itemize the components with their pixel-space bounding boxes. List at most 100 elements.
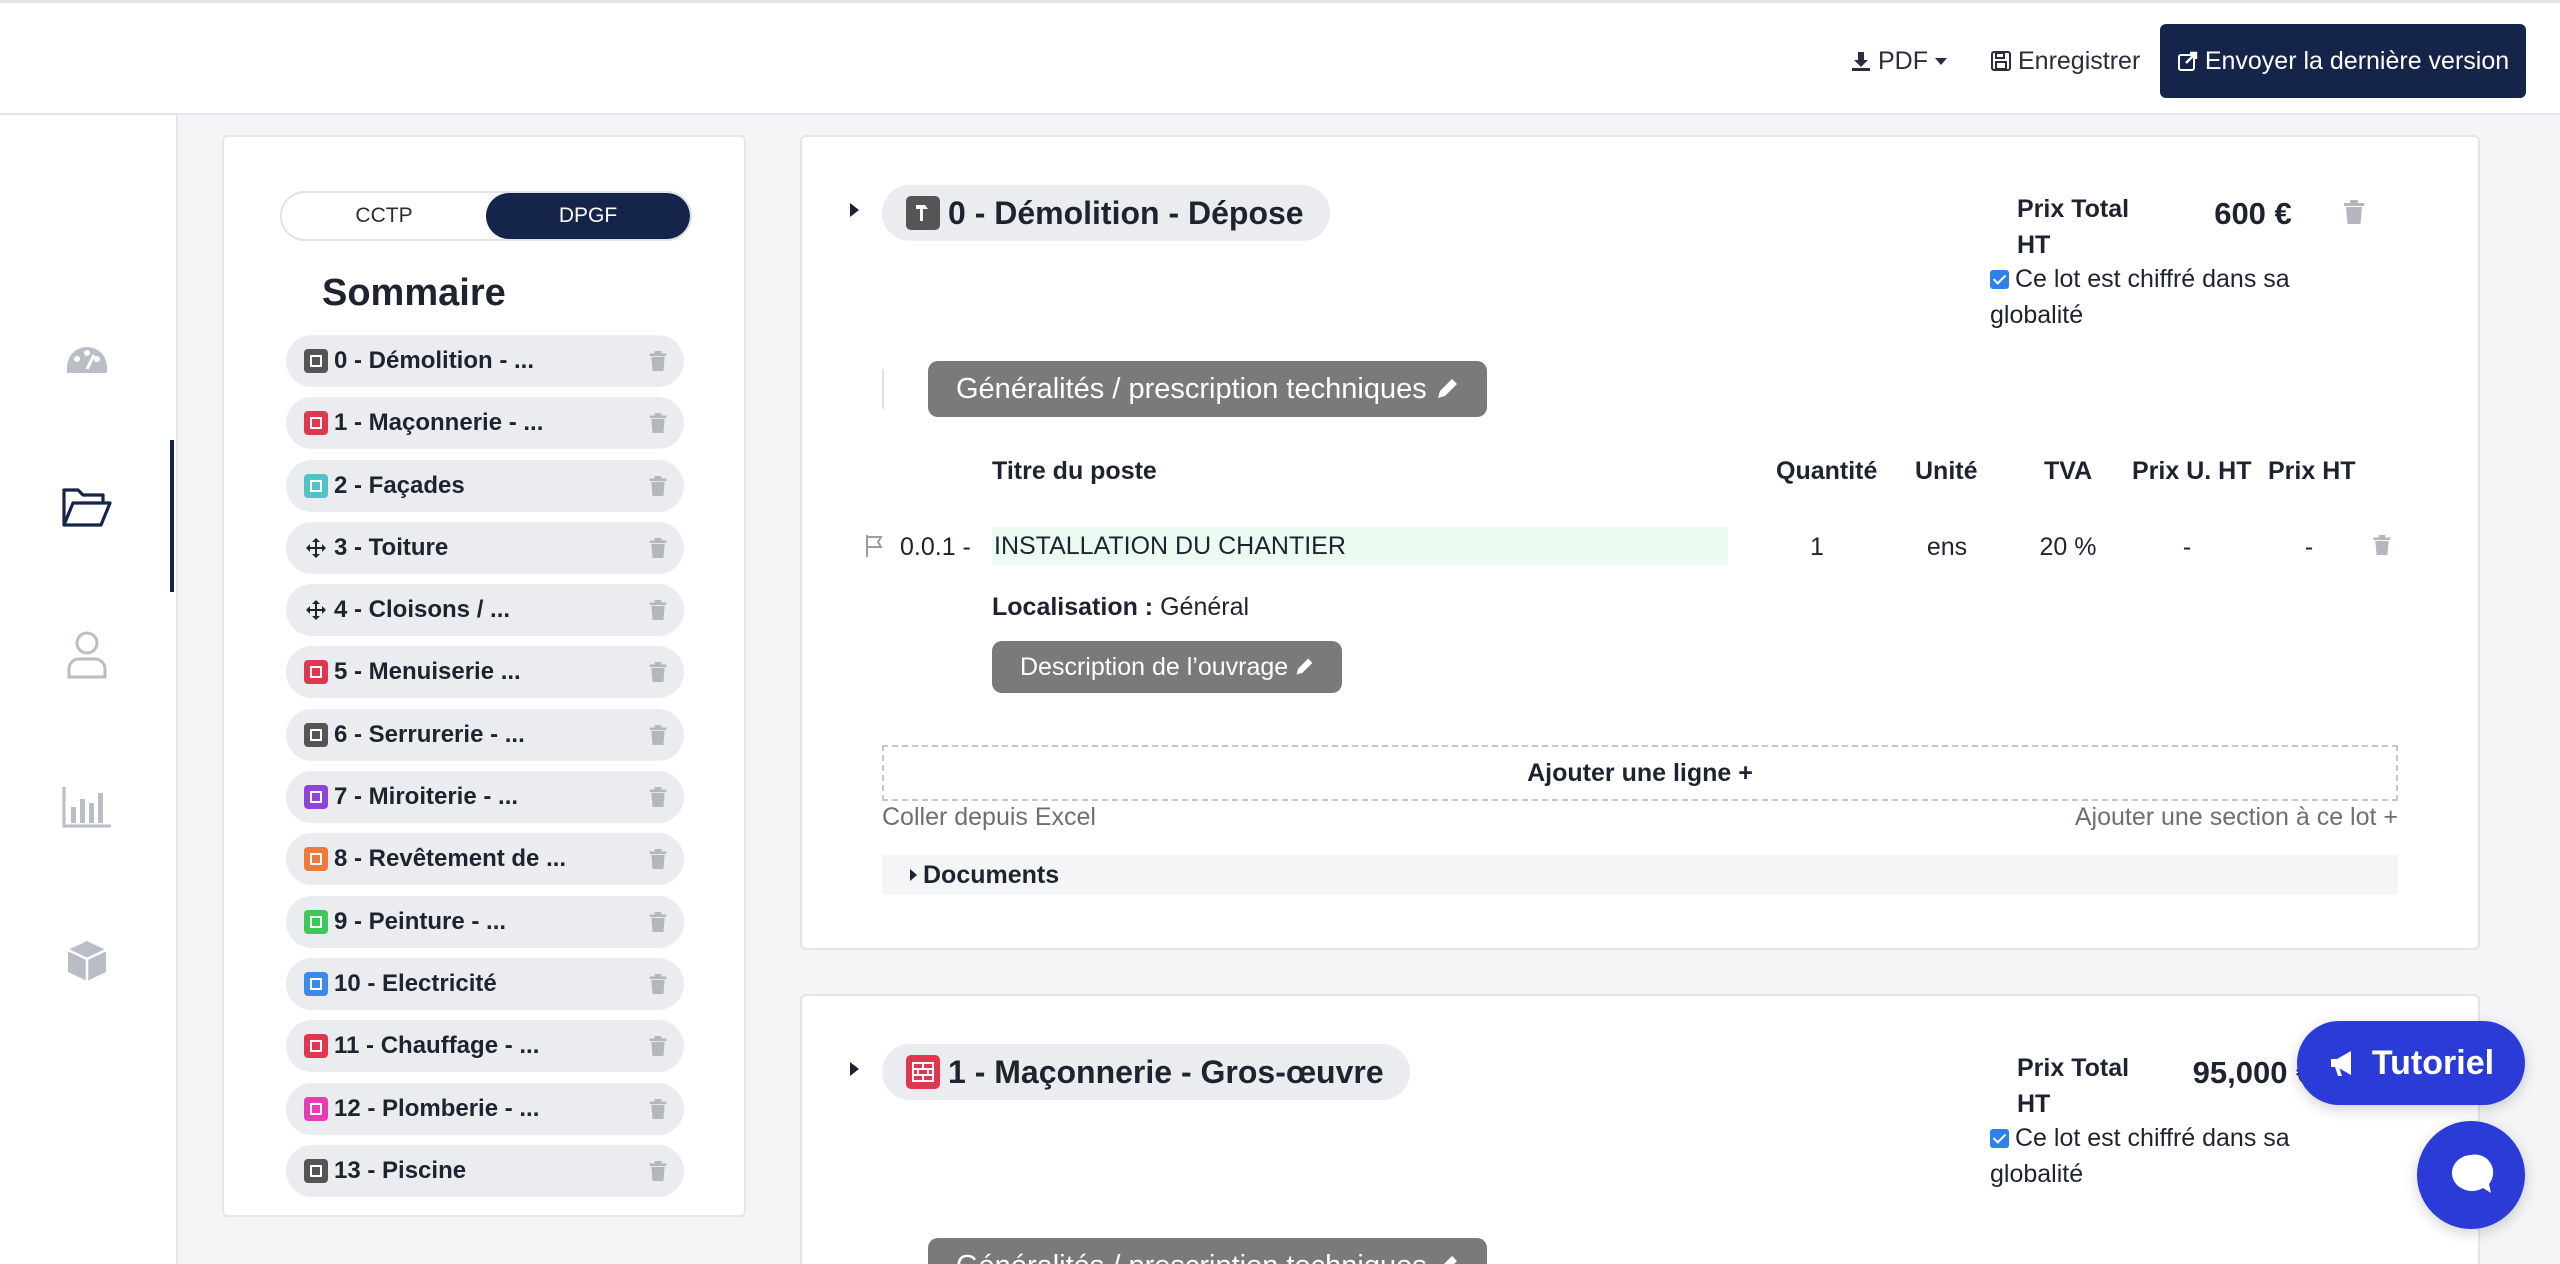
generalites-button[interactable]: Généralités / prescription techniques [928,1238,1487,1264]
section-divider [882,369,884,409]
lot-icon [304,722,328,747]
active-nav-indicator [170,440,174,592]
sommaire-item[interactable]: 3 - Toiture [286,521,684,574]
sommaire-item-label: 4 - Cloisons / ... [334,596,511,624]
trash-icon[interactable] [648,661,668,683]
save-button[interactable]: Enregistrer [1990,29,2140,93]
tab-cctp[interactable]: CCTP [282,193,486,239]
megaphone-icon [2330,1051,2351,1076]
trash-icon[interactable] [648,537,668,559]
lot-icon [304,411,328,436]
sommaire-item[interactable]: 12 - Plomberie - ... [286,1082,684,1135]
paste-from-excel-link[interactable]: Coller depuis Excel [882,803,1096,832]
trash-icon[interactable] [648,724,668,746]
generalites-button[interactable]: Généralités / prescription techniques [928,361,1487,417]
expand-caret-icon[interactable] [850,203,859,217]
row-unit[interactable]: ens [1912,533,1982,562]
row-tva[interactable]: 20 % [2028,533,2108,562]
sommaire-item[interactable]: 6 - Serrurerie - ... [286,708,684,761]
dashboard-icon[interactable] [60,332,114,386]
sommaire-item[interactable]: 0 - Démolition - ... [286,335,684,387]
sommaire-item-label: 6 - Serrurerie - ... [334,720,525,748]
col-tva: TVA [2044,457,2093,485]
trash-icon[interactable] [648,350,668,372]
generalites-label: Généralités / prescription techniques [956,372,1427,405]
localisation-value[interactable]: Général [1160,593,1249,621]
sommaire-item[interactable]: 2 - Façades [286,459,684,512]
sommaire-item[interactable]: 11 - Chauffage - ... [286,1020,684,1073]
trash-icon[interactable] [648,599,668,621]
download-icon [1852,52,1870,71]
user-icon[interactable] [60,627,114,681]
sommaire-item[interactable]: 5 - Menuiserie ... [286,646,684,699]
pdf-dropdown-button[interactable]: PDF [1850,29,1954,93]
sommaire-item[interactable]: 8 - Revêtement de ... [286,833,684,886]
generalites-label: Généralités / prescription techniques [956,1250,1427,1264]
tutoriel-button[interactable]: Tutoriel [2297,1021,2525,1105]
pencil-icon [1437,379,1457,398]
description-ouvrage-button[interactable]: Description de l’ouvrage [992,641,1343,693]
sommaire-item-label: 1 - Maçonnerie - ... [334,409,544,437]
lot-icon [304,785,328,810]
flag-icon[interactable] [864,533,890,559]
lot-icon [304,847,328,872]
share-icon [2177,51,2198,71]
trash-icon[interactable] [648,786,668,808]
trash-icon[interactable] [648,1160,668,1182]
sommaire-item-label: 11 - Chauffage - ... [334,1032,540,1060]
row-prix-ht: - [2304,533,2314,561]
sommaire-item[interactable]: 10 - Electricité [286,957,684,1010]
sommaire-item-label: 2 - Façades [334,471,465,499]
row-title-field[interactable]: INSTALLATION DU CHANTIER [992,527,1728,565]
lot-title-pill[interactable]: 1 - Maçonnerie - Gros-œuvre [882,1044,1410,1100]
row-quantity[interactable]: 1 [1802,533,1832,562]
add-line-button[interactable]: Ajouter une ligne + [882,745,2398,801]
tutoriel-label: Tutoriel [2371,1043,2495,1082]
lot-icon [304,349,328,373]
trash-icon[interactable] [648,475,668,497]
documents-toggle[interactable]: Documents [882,855,2398,895]
sommaire-item[interactable]: 4 - Cloisons / ... [286,584,684,637]
sommaire-item-label: 0 - Démolition - ... [334,347,535,374]
sommaire-list: 0 - Démolition - ... 1 - Maçonnerie - ...… [286,335,684,1207]
lot-icon [304,1158,328,1183]
trash-icon[interactable] [648,1035,668,1057]
global-price-label: Ce lot est chiffré dans sa globalité [1990,265,2290,329]
sommaire-item[interactable]: 7 - Miroiterie - ... [286,771,684,824]
delete-lot-icon[interactable] [2342,199,2366,225]
description-label: Description de l’ouvrage [1020,652,1289,681]
trash-icon[interactable] [648,848,668,870]
lot-card-1: 1 - Maçonnerie - Gros-œuvre Prix Total H… [800,994,2480,1264]
brick-icon [906,1055,940,1089]
checkbox-checked-icon [1990,1129,2009,1148]
sommaire-item[interactable]: 13 - Piscine [286,1144,684,1197]
sommaire-item-label: 10 - Electricité [334,969,497,997]
chat-bubble-icon [2451,1154,2494,1193]
localisation-label: Localisation : [992,593,1154,621]
caret-right-icon [910,869,917,881]
sommaire-item[interactable]: 1 - Maçonnerie - ... [286,397,684,450]
trash-icon[interactable] [648,412,668,434]
bar-chart-icon[interactable] [60,780,114,834]
global-price-label: Ce lot est chiffré dans sa globalité [1990,1124,2290,1188]
add-section-link[interactable]: Ajouter une section à ce lot + [2075,803,2398,832]
trash-icon[interactable] [648,973,668,995]
sommaire-item[interactable]: 9 - Peinture - ... [286,895,684,948]
delete-row-icon[interactable] [2372,534,2392,556]
box-icon[interactable] [60,934,114,988]
send-label: Envoyer la dernière version [2204,46,2510,75]
global-price-checkbox[interactable]: Ce lot est chiffré dans sa globalité [1990,1120,2320,1192]
lot-title-pill[interactable]: 0 - Démolition - Dépose [882,185,1330,241]
expand-caret-icon[interactable] [850,1062,859,1076]
tab-dpgf[interactable]: DPGF [486,193,690,239]
chat-button[interactable] [2417,1121,2525,1229]
row-prix-u[interactable]: - [2172,533,2202,562]
folder-open-icon[interactable] [60,480,114,534]
global-price-checkbox[interactable]: Ce lot est chiffré dans sa globalité [1990,261,2320,333]
trash-icon[interactable] [648,1098,668,1120]
sommaire-panel: CCTP DPGF Sommaire 0 - Démolition - ... 1… [222,135,746,1217]
sommaire-item-label: 9 - Peinture - ... [334,907,507,935]
trash-icon[interactable] [648,911,668,933]
sommaire-item-label: 3 - Toiture [334,533,449,561]
send-last-version-button[interactable]: Envoyer la dernière version [2160,24,2526,98]
